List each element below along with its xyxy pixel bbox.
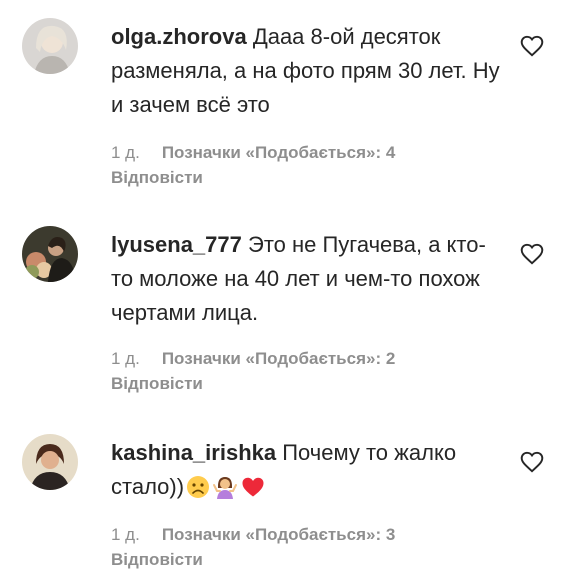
comment-time[interactable]: 1 д. (111, 525, 140, 544)
comment-meta: 1 д. Позначки «Подобається»: 4 Відповісти (111, 140, 471, 190)
sad-face-emoji (187, 476, 210, 498)
comment-text-block: olga.zhorova Дааа 8-ой десяток разменяла… (111, 20, 501, 122)
heart-outline-icon[interactable] (519, 449, 545, 475)
avatar[interactable] (22, 226, 78, 282)
comment-username[interactable]: lyusena_777 (111, 232, 242, 257)
comment-username[interactable]: kashina_irishka (111, 440, 276, 465)
likes-count-button[interactable]: Позначки «Подобається»: 2 (162, 349, 395, 368)
comment-time[interactable]: 1 д. (111, 349, 140, 368)
shrugging-woman-emoji (213, 477, 238, 499)
comment-time[interactable]: 1 д. (111, 143, 140, 162)
avatar[interactable] (22, 18, 78, 74)
reply-button[interactable]: Відповісти (111, 374, 203, 393)
likes-count-button[interactable]: Позначки «Подобається»: 3 (162, 525, 395, 544)
heart-outline-icon[interactable] (519, 33, 545, 59)
comment-text-block: lyusena_777 Это не Пугачева, а кто-то мо… (111, 228, 501, 330)
comment-username[interactable]: olga.zhorova (111, 24, 247, 49)
comment-meta: 1 д. Позначки «Подобається»: 2 Відповісти (111, 346, 471, 396)
comment-text-block: kashina_irishka Почему то жалко стало)) (111, 436, 501, 504)
reply-button[interactable]: Відповісти (111, 550, 203, 569)
comment-meta: 1 д. Позначки «Подобається»: 3 Відповісти (111, 522, 471, 572)
heart-outline-icon[interactable] (519, 241, 545, 267)
likes-count-button[interactable]: Позначки «Подобається»: 4 (162, 143, 395, 162)
avatar[interactable] (22, 434, 78, 490)
red-heart-emoji (242, 477, 264, 497)
reply-button[interactable]: Відповісти (111, 168, 203, 187)
